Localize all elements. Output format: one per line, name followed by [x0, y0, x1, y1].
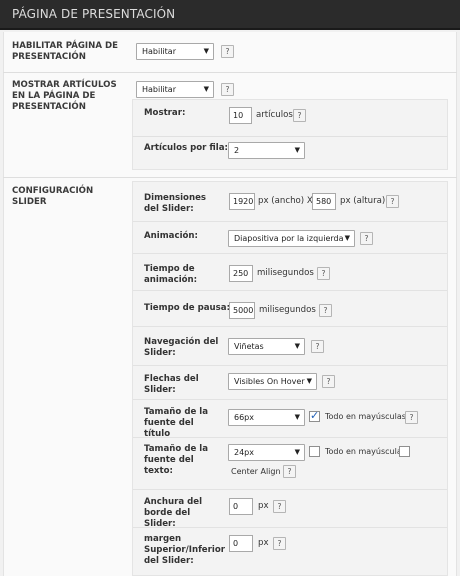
- tiempo-pausa-label: Tiempo de pausa:: [144, 303, 231, 313]
- slider-width-input[interactable]: 1920: [229, 193, 255, 210]
- section-divider: [3, 177, 457, 178]
- mostrar-label: Mostrar:: [144, 108, 186, 118]
- row-divider: [133, 365, 447, 366]
- slider-height-unit: px (altura): [340, 196, 386, 206]
- margen-unit: px: [258, 538, 269, 548]
- help-icon[interactable]: ?: [360, 232, 373, 245]
- dimensiones-label: Dimensiones del Slider:: [144, 193, 207, 214]
- mostrar-unit: artículos: [256, 110, 293, 120]
- section-title-slider: CONFIGURACIÓN SLIDER: [12, 186, 94, 207]
- help-icon[interactable]: ?: [405, 411, 418, 424]
- flechas-label: Flechas del Slider:: [144, 374, 199, 395]
- tiempo-animacion-unit: milisegundos: [257, 268, 314, 278]
- navegacion-label: Navegación del Slider:: [144, 337, 219, 358]
- row-divider: [133, 290, 447, 291]
- help-icon[interactable]: ?: [283, 465, 296, 478]
- tam-titulo-label: Tamaño de la fuente del título: [144, 407, 209, 439]
- help-icon[interactable]: ?: [293, 109, 306, 122]
- mostrar-articulos-select-value: Habilitar: [142, 85, 176, 94]
- flechas-select[interactable]: Visibles On Hover ▼: [228, 373, 317, 390]
- por-fila-select-value: 2: [234, 146, 240, 155]
- tam-texto-center-checkbox[interactable]: [399, 446, 410, 457]
- chevron-down-icon: ▼: [203, 85, 209, 93]
- help-icon[interactable]: ?: [221, 45, 234, 58]
- chevron-down-icon: ▼: [344, 234, 350, 242]
- chevron-down-icon: ▼: [306, 377, 312, 385]
- tam-titulo-uppercase-label: Todo en mayúsculas: [325, 412, 406, 421]
- row-divider: [133, 253, 447, 254]
- por-fila-label: Artículos por fila:: [144, 143, 228, 153]
- habilitar-select-value: Habilitar: [142, 47, 176, 56]
- page-title: PÁGINA DE PRESENTACIÓN: [12, 7, 176, 21]
- slider-height-input[interactable]: 580: [312, 193, 336, 210]
- help-icon[interactable]: ?: [386, 195, 399, 208]
- chevron-down-icon: ▼: [203, 47, 209, 55]
- navegacion-select[interactable]: Viñetas ▼: [228, 338, 305, 355]
- tam-texto-select-value: 24px: [234, 448, 254, 457]
- tam-texto-uppercase-checkbox[interactable]: [309, 446, 320, 457]
- habilitar-select[interactable]: Habilitar ▼: [136, 43, 214, 60]
- help-icon[interactable]: ?: [317, 267, 330, 280]
- mostrar-articulos-select[interactable]: Habilitar ▼: [136, 81, 214, 98]
- chevron-down-icon: ▼: [294, 413, 300, 421]
- mostrar-input[interactable]: 10: [229, 107, 252, 124]
- help-icon[interactable]: ?: [319, 304, 332, 317]
- margen-input[interactable]: 0: [229, 535, 253, 552]
- animacion-select[interactable]: Diapositiva por la izquierda ▼: [228, 230, 355, 247]
- row-divider: [133, 489, 447, 490]
- flechas-select-value: Visibles On Hover: [234, 377, 305, 386]
- por-fila-select[interactable]: 2 ▼: [228, 142, 305, 159]
- tiempo-pausa-input[interactable]: 5000: [229, 302, 255, 319]
- chevron-down-icon: ▼: [294, 342, 300, 350]
- row-divider: [133, 399, 447, 400]
- help-icon[interactable]: ?: [273, 500, 286, 513]
- tam-texto-label: Tamaño de la fuente del texto:: [144, 444, 209, 476]
- anchura-borde-label: Anchura del borde del Slider:: [144, 497, 203, 529]
- tam-titulo-select[interactable]: 66px ▼: [228, 409, 305, 426]
- section-title-habilitar: HABILITAR PÁGINA DE PRESENTACIÓN: [12, 41, 118, 62]
- anchura-borde-input[interactable]: 0: [229, 498, 253, 515]
- tam-texto-uppercase-label: Todo en mayúsculas: [325, 447, 406, 456]
- page-header: PÁGINA DE PRESENTACIÓN: [0, 0, 460, 30]
- tam-titulo-select-value: 66px: [234, 413, 254, 422]
- row-divider: [133, 221, 447, 222]
- margen-label: margen Superior/Inferior del Slider:: [144, 534, 225, 566]
- help-icon[interactable]: ?: [322, 375, 335, 388]
- chevron-down-icon: ▼: [294, 146, 300, 154]
- chevron-down-icon: ▼: [294, 448, 300, 456]
- help-icon[interactable]: ?: [273, 537, 286, 550]
- animacion-select-value: Diapositiva por la izquierda: [234, 234, 344, 243]
- anchura-borde-unit: px: [258, 501, 269, 511]
- tiempo-animacion-input[interactable]: 250: [229, 265, 253, 282]
- tiempo-pausa-unit: milisegundos: [259, 305, 316, 315]
- navegacion-select-value: Viñetas: [234, 342, 264, 351]
- animacion-label: Animación:: [144, 231, 198, 241]
- tam-titulo-uppercase-checkbox[interactable]: [309, 409, 320, 422]
- section-divider: [3, 72, 457, 73]
- row-divider: [133, 326, 447, 327]
- tam-texto-center-label: Center Align: [231, 467, 281, 476]
- help-icon[interactable]: ?: [221, 83, 234, 96]
- slider-width-unit: px (ancho) X: [258, 196, 313, 206]
- tam-texto-select[interactable]: 24px ▼: [228, 444, 305, 461]
- tiempo-animacion-label: Tiempo de animación:: [144, 264, 198, 285]
- section-title-mostrar-articulos: MOSTRAR ARTÍCULOS EN LA PÁGINA DE PRESEN…: [12, 80, 117, 112]
- help-icon[interactable]: ?: [311, 340, 324, 353]
